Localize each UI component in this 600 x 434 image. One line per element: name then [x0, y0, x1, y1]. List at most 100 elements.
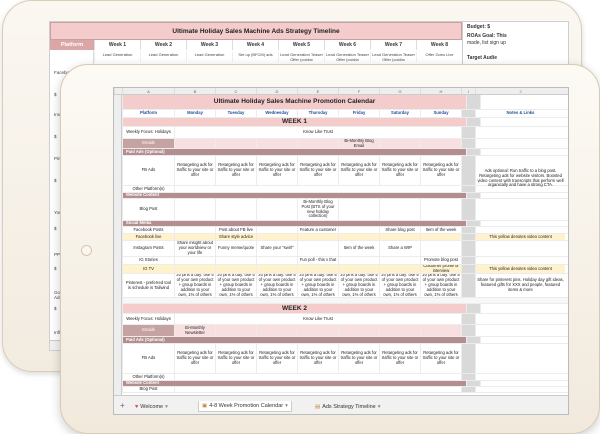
column-header[interactable]: B	[174, 88, 215, 94]
cell[interactable]: Share style advice	[215, 234, 256, 240]
cell[interactable]	[174, 265, 215, 273]
goal-cell[interactable]: Lead Generation Teaser Offer (cold/w	[278, 52, 324, 62]
focus-cell[interactable]: Know Like Trust	[174, 314, 461, 324]
cell[interactable]: Funny meme/quote	[215, 241, 256, 256]
cell[interactable]: Post about FB live	[215, 227, 256, 233]
row-label[interactable]: Emails	[122, 139, 174, 148]
cell[interactable]: 20 pins a day: use 5 of your own product…	[215, 274, 256, 297]
column-header[interactable]: H	[420, 88, 461, 94]
cell[interactable]	[338, 227, 379, 233]
cell[interactable]: Retargeting ads for traffic to your site…	[379, 344, 420, 373]
cell[interactable]	[256, 227, 297, 233]
cell[interactable]: 20 pins a day: use 5 of your own product…	[297, 274, 338, 297]
row-label[interactable]: Instagram Posts	[122, 241, 174, 256]
cell[interactable]: Share a WIP	[379, 241, 420, 256]
cell[interactable]	[256, 199, 297, 220]
cell[interactable]	[174, 387, 461, 392]
row-label[interactable]: Weekly Focus: Holidays	[122, 127, 174, 138]
notes-cell[interactable]	[480, 118, 568, 126]
notes-cell[interactable]: Share for pinterest pins. Holiday day gi…	[475, 274, 565, 297]
section-header[interactable]: Paid Ads (Optional)	[122, 337, 466, 343]
notes-cell[interactable]	[480, 193, 568, 198]
goal-cell[interactable]: Offer Goes Live	[416, 52, 462, 62]
cell[interactable]: Item of the week	[338, 241, 379, 256]
cell[interactable]	[379, 234, 420, 240]
day-header[interactable]: Monday	[174, 110, 215, 117]
notes-cell[interactable]	[475, 325, 565, 336]
goal-cell[interactable]: Lead Generation	[140, 52, 186, 62]
cell[interactable]	[297, 265, 338, 273]
cell[interactable]: Retargeting ads for traffic to your site…	[174, 156, 215, 185]
notes-cell[interactable]	[480, 95, 568, 109]
cell[interactable]	[297, 234, 338, 240]
cell[interactable]: Bi-Monthly Blog Post (BTS of your new ho…	[297, 199, 338, 220]
chevron-down-icon[interactable]: ▾	[165, 404, 168, 410]
cell[interactable]: 20 pins a day: use 5 of your own product…	[379, 274, 420, 297]
section-header[interactable]: Website Content	[122, 381, 466, 386]
goal-cell[interactable]: Set up (BFCM) ads	[232, 52, 278, 62]
day-header[interactable]: Thursday	[297, 110, 338, 117]
row-label[interactable]: Facebook Posts	[122, 227, 174, 233]
calendar-title[interactable]: Ultimate Holiday Sales Machine Promotion…	[122, 95, 466, 109]
section-header[interactable]: Paid Ads (Optional)	[122, 149, 466, 155]
day-header[interactable]: Saturday	[379, 110, 420, 117]
cell[interactable]	[256, 234, 297, 240]
notes-cell[interactable]: This yellow denotes video content	[475, 265, 565, 273]
chevron-down-icon[interactable]: ▾	[378, 404, 381, 410]
column-header[interactable]: F	[338, 88, 379, 94]
cell[interactable]: 20 pins a day: use 5 of your own product…	[338, 274, 379, 297]
row-label[interactable]: Other Platform(s)	[122, 374, 174, 380]
section-header[interactable]: Social Media	[122, 221, 466, 226]
cell[interactable]: Bi-Monthly Blog Email	[338, 139, 379, 148]
column-header[interactable]: A	[122, 88, 174, 94]
cell[interactable]: Promote blog post	[420, 257, 461, 264]
cell[interactable]	[420, 241, 461, 256]
cell[interactable]	[338, 257, 379, 264]
cell[interactable]: Feature a customer	[297, 227, 338, 233]
notes-cell[interactable]	[480, 149, 568, 155]
notes-cell[interactable]	[475, 127, 565, 138]
row-label[interactable]: Weekly Focus: Holidays	[122, 314, 174, 324]
week-label[interactable]: WEEK 2	[122, 304, 466, 313]
cell[interactable]: Retargeting ads for traffic to your site…	[297, 344, 338, 373]
cell[interactable]: Share your "swirl"	[256, 241, 297, 256]
column-header[interactable]: C	[215, 88, 256, 94]
cell[interactable]: Retargeting ads for traffic to your site…	[256, 344, 297, 373]
cell[interactable]: Retargeting ads for traffic to your site…	[256, 156, 297, 185]
cell[interactable]: Share blog post	[379, 227, 420, 233]
cell[interactable]: Retargeting ads for traffic to your site…	[420, 344, 461, 373]
sheet-tab-ads[interactable]: ▤ Ads Strategy Timeline ▾	[312, 401, 383, 412]
cell[interactable]	[338, 265, 379, 273]
cell[interactable]	[379, 257, 420, 264]
goal-cell[interactable]: Lead Generation Teaser Offer (cold/w	[324, 52, 370, 62]
notes-cell[interactable]	[475, 227, 565, 233]
notes-cell[interactable]	[475, 139, 565, 148]
day-header[interactable]: Sunday	[420, 110, 461, 117]
cell[interactable]	[215, 199, 256, 220]
cell[interactable]	[379, 199, 420, 220]
cell[interactable]: Item of the week	[420, 227, 461, 233]
cell[interactable]: Fun poll - this v that	[297, 257, 338, 264]
cell[interactable]	[215, 265, 256, 273]
sheet-tab-calendar[interactable]: ▣ 4-8 Week Promotion Calendar ▾	[198, 401, 292, 412]
cell[interactable]	[420, 234, 461, 240]
notes-cell[interactable]	[475, 374, 565, 380]
notes-header[interactable]: Notes & Links	[475, 110, 565, 117]
cell[interactable]: Retargeting ads for traffic to your site…	[297, 156, 338, 185]
row-label[interactable]: Pinterest - preferred tool is schedule i…	[122, 274, 174, 297]
day-header[interactable]: Tuesday	[215, 110, 256, 117]
cell[interactable]	[256, 265, 297, 273]
column-header[interactable]: E	[297, 88, 338, 94]
cell[interactable]: Retargeting ads for traffic to your site…	[379, 156, 420, 185]
goal-cell[interactable]: Lead Generation Teaser Offer (cold/w	[370, 52, 416, 62]
notes-cell[interactable]	[475, 257, 565, 264]
cell[interactable]	[174, 186, 461, 192]
chevron-down-icon[interactable]: ▾	[285, 403, 288, 409]
notes-cell[interactable]: This yellow denotes video content	[475, 234, 565, 240]
notes-cell[interactable]	[475, 387, 565, 392]
cell[interactable]	[297, 325, 338, 336]
cell[interactable]	[174, 199, 215, 220]
row-label[interactable]: FB Ads	[122, 344, 174, 373]
goal-cell[interactable]: Lead Generation	[94, 52, 140, 62]
cell[interactable]: 20 pins a day: use 5 of your own product…	[420, 274, 461, 297]
